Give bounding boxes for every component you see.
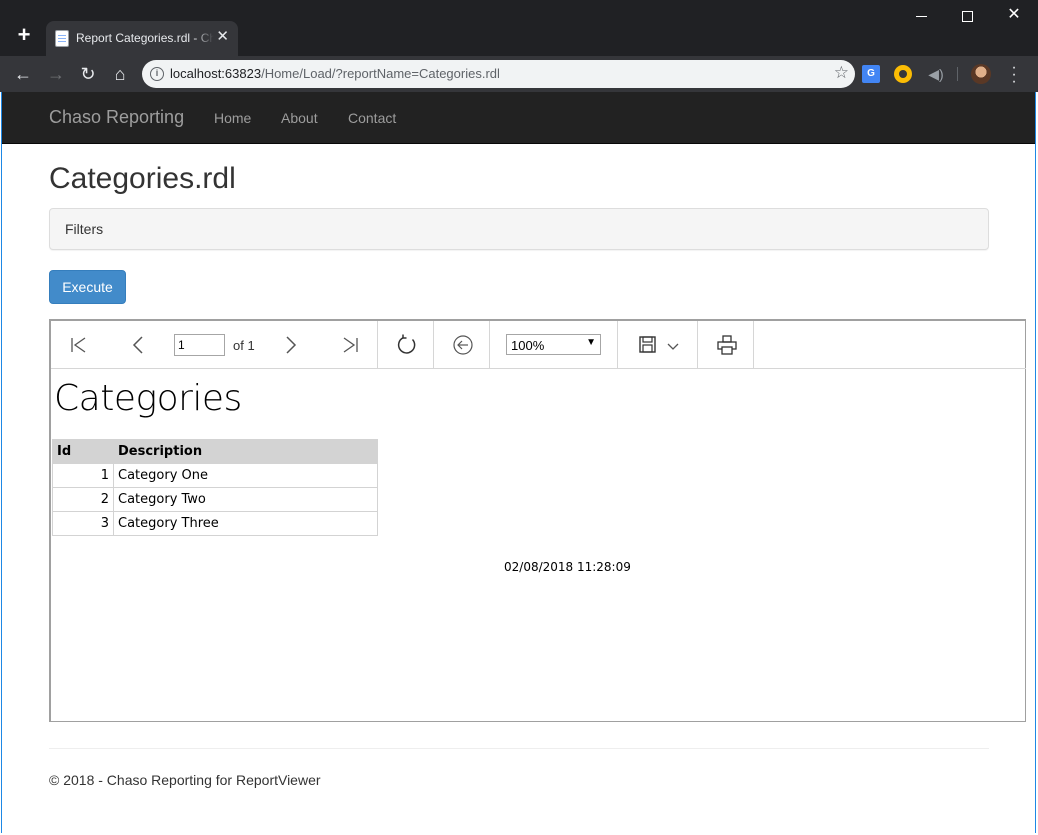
browser-titlebar: + Report Categories.rdl - Chaso Reportin… [0,0,1038,56]
translate-icon[interactable]: G [862,65,880,83]
report-viewer-toolbar: of 1 100% ▼ [51,321,1026,369]
url-host: localhost:63823 [170,66,262,81]
table-header-row: Id Description [52,439,378,464]
toolbar-separator [617,321,618,368]
page-title: Categories.rdl [49,162,236,195]
window-border [1035,92,1036,833]
filters-label: Filters [65,221,104,237]
report-canvas: Categories Id Description 1 Category One… [51,370,1026,722]
chevron-down-icon[interactable] [661,333,685,357]
back-to-parent-icon[interactable] [451,333,475,357]
column-header-id: Id [52,439,114,464]
execute-button[interactable]: Execute [49,270,126,304]
navbar-brand[interactable]: Chaso Reporting [49,107,184,128]
first-page-icon[interactable] [67,333,91,357]
table-row: 3 Category Three [52,511,378,536]
refresh-icon[interactable] [395,333,419,357]
cell-description: Category Two [113,487,378,512]
home-icon[interactable]: ⌂ [108,62,132,86]
new-tab-icon[interactable]: + [12,24,36,48]
toolbar-separator [433,321,434,368]
menu-icon[interactable]: · · · [1006,60,1022,90]
zoom-value: 100% [511,338,545,353]
report-title: Categories [54,378,242,419]
window-border [1,92,2,833]
cell-description: Category Three [113,511,378,536]
toolbar-separator [753,321,754,368]
column-header-description: Description [113,439,378,464]
audio-extension-icon[interactable]: ◀) [927,65,945,83]
nav-link-contact[interactable]: Contact [348,110,396,126]
close-window-icon[interactable]: ✕ [991,0,1037,32]
cell-id: 3 [52,511,114,536]
browser-tab[interactable]: Report Categories.rdl - Chaso Reporting … [46,21,238,56]
previous-page-icon[interactable] [127,333,151,357]
report-table: Id Description 1 Category One 2 Category… [52,439,378,536]
maximize-window-icon[interactable] [945,0,991,32]
footer-text: © 2018 - Chaso Reporting for ReportViewe… [49,772,321,788]
page-content: Chaso Reporting Home About Contact Categ… [1,92,1036,833]
table-row: 2 Category Two [52,487,378,512]
last-page-icon[interactable] [338,333,362,357]
save-export-icon[interactable] [635,333,659,357]
star-icon[interactable]: ☆ [834,63,849,83]
close-icon[interactable]: ✕ [216,29,229,45]
url-path: /Home/Load/?reportName=Categories.rdl [261,66,500,81]
report-viewer: of 1 100% ▼ [49,319,1026,722]
profile-avatar[interactable] [971,64,991,84]
toolbar-divider [957,67,958,81]
next-page-icon[interactable] [278,333,302,357]
report-timestamp: 02/08/2018 11:28:09 [504,560,631,574]
forward-icon[interactable]: → [44,62,68,86]
nav-link-about[interactable]: About [281,110,318,126]
info-icon[interactable]: i [150,67,164,81]
browser-toolbar: ← → ↻ ⌂ i localhost:63823/Home/Load/?rep… [0,56,1038,92]
dropdown-arrow-icon: ▼ [586,337,596,348]
toolbar-separator [697,321,698,368]
site-navbar: Chaso Reporting Home About Contact [1,92,1036,144]
footer-divider [49,748,989,749]
extension-icon[interactable] [894,65,912,83]
table-row: 1 Category One [52,463,378,488]
page-number-input[interactable] [174,334,225,356]
cell-description: Category One [113,463,378,488]
reload-icon[interactable]: ↻ [76,62,100,86]
filters-panel[interactable]: Filters [49,208,989,250]
nav-link-home[interactable]: Home [214,110,251,126]
minimize-window-icon[interactable] [899,0,945,32]
toolbar-separator [377,321,378,368]
url-text[interactable]: localhost:63823/Home/Load/?reportName=Ca… [170,66,500,81]
cell-id: 1 [52,463,114,488]
back-icon[interactable]: ← [11,62,35,86]
zoom-select[interactable]: 100% ▼ [506,334,601,355]
tab-title: Report Categories.rdl - Chaso Reporting [76,31,214,45]
address-bar[interactable]: i localhost:63823/Home/Load/?reportName=… [142,60,855,88]
page-count-label: of 1 [233,338,255,353]
toolbar-separator [489,321,490,368]
print-icon[interactable] [715,333,739,357]
page-favicon-icon [55,30,69,47]
cell-id: 2 [52,487,114,512]
